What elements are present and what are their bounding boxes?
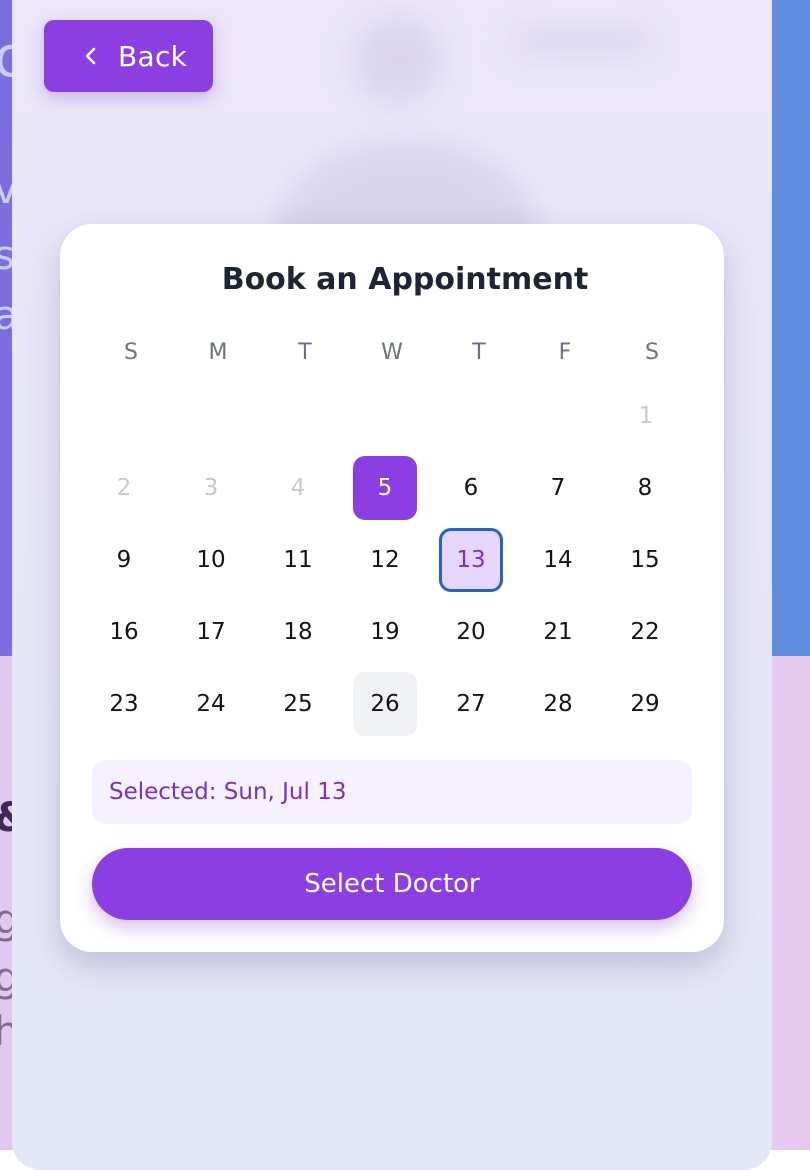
calendar-day-3: 3 [203, 475, 219, 501]
calendar-day-9[interactable]: 9 [92, 528, 156, 592]
calendar-day-19[interactable]: 19 [353, 600, 417, 664]
weekday-header: M [208, 340, 228, 365]
calendar-day-24[interactable]: 24 [179, 672, 243, 736]
calendar-day-10[interactable]: 10 [179, 528, 243, 592]
calendar-day-1: 1 [638, 403, 654, 429]
back-button-label: Back [118, 39, 188, 73]
calendar-day-17[interactable]: 17 [179, 600, 243, 664]
back-button[interactable]: Back [44, 20, 213, 92]
calendar-day-18[interactable]: 18 [266, 600, 330, 664]
calendar-day-12[interactable]: 12 [353, 528, 417, 592]
calendar-day-6[interactable]: 6 [439, 456, 503, 520]
weekday-header: T [472, 340, 486, 365]
weekday-header: T [298, 340, 312, 365]
calendar-day-5[interactable]: 5 [353, 456, 417, 520]
card-title: Book an Appointment [221, 262, 589, 297]
calendar-day-26[interactable]: 26 [353, 672, 417, 736]
chevron-left-icon [82, 47, 100, 65]
calendar-day-27[interactable]: 27 [439, 672, 503, 736]
calendar-day-16[interactable]: 16 [92, 600, 156, 664]
calendar-day-14[interactable]: 14 [526, 528, 590, 592]
calendar-day-20[interactable]: 20 [439, 600, 503, 664]
calendar-day-15[interactable]: 15 [613, 528, 677, 592]
weekday-header: S [645, 340, 659, 365]
calendar-day-13[interactable]: 13 [439, 528, 503, 592]
calendar-day-21[interactable]: 21 [526, 600, 590, 664]
background-blur-shape [512, 30, 652, 54]
calendar-day-29[interactable]: 29 [613, 672, 677, 736]
selected-date-display: Selected: Sun, Jul 13 [92, 760, 692, 824]
calendar-day-8[interactable]: 8 [613, 456, 677, 520]
weekday-header: F [558, 340, 572, 365]
weekday-header: S [124, 340, 138, 365]
calendar-day-2: 2 [116, 475, 132, 501]
select-doctor-button[interactable]: Select Doctor [92, 848, 692, 920]
calendar-day-28[interactable]: 28 [526, 672, 590, 736]
selected-date-text: Selected: Sun, Jul 13 [109, 779, 347, 805]
calendar-day-4: 4 [290, 475, 306, 501]
calendar-day-23[interactable]: 23 [92, 672, 156, 736]
calendar-day-7[interactable]: 7 [526, 456, 590, 520]
calendar-day-25[interactable]: 25 [266, 672, 330, 736]
weekday-header: W [381, 340, 403, 365]
calendar-day-11[interactable]: 11 [266, 528, 330, 592]
background-blur-shape [352, 15, 442, 105]
calendar-day-22[interactable]: 22 [613, 600, 677, 664]
